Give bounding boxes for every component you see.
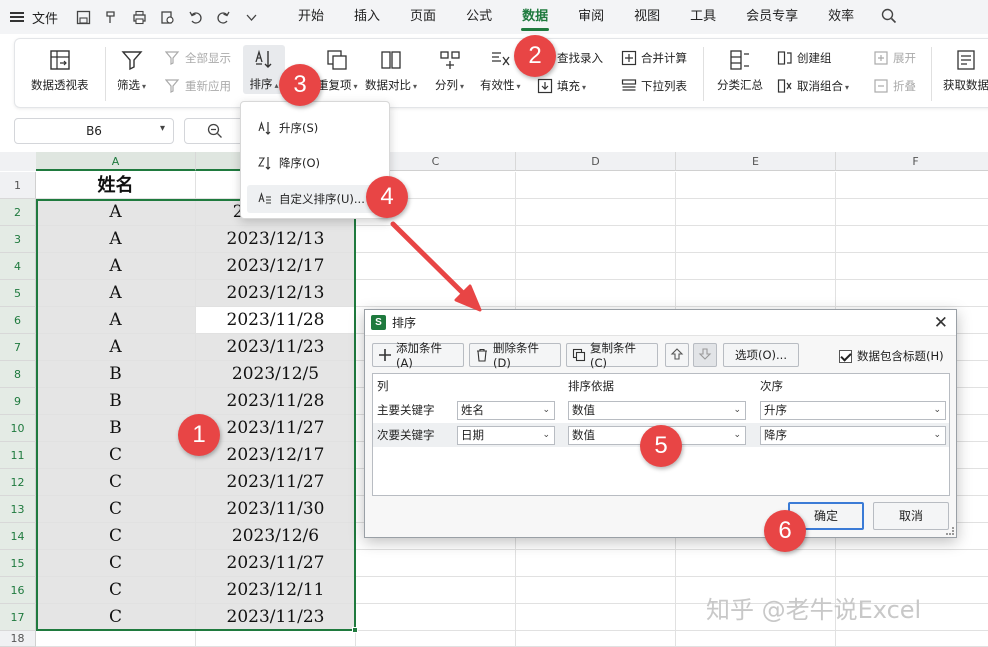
step-badge-1: 1 — [178, 414, 220, 456]
step-badge-2: 2 — [514, 35, 556, 77]
step-badge-3: 3 — [279, 64, 321, 106]
annotation-arrow — [390, 221, 482, 312]
step-badge-4: 4 — [366, 176, 408, 218]
step-badge-6: 6 — [764, 510, 806, 552]
step-badge-5: 5 — [640, 425, 682, 467]
watermark: 知乎 @老牛说Excel — [706, 596, 922, 624]
